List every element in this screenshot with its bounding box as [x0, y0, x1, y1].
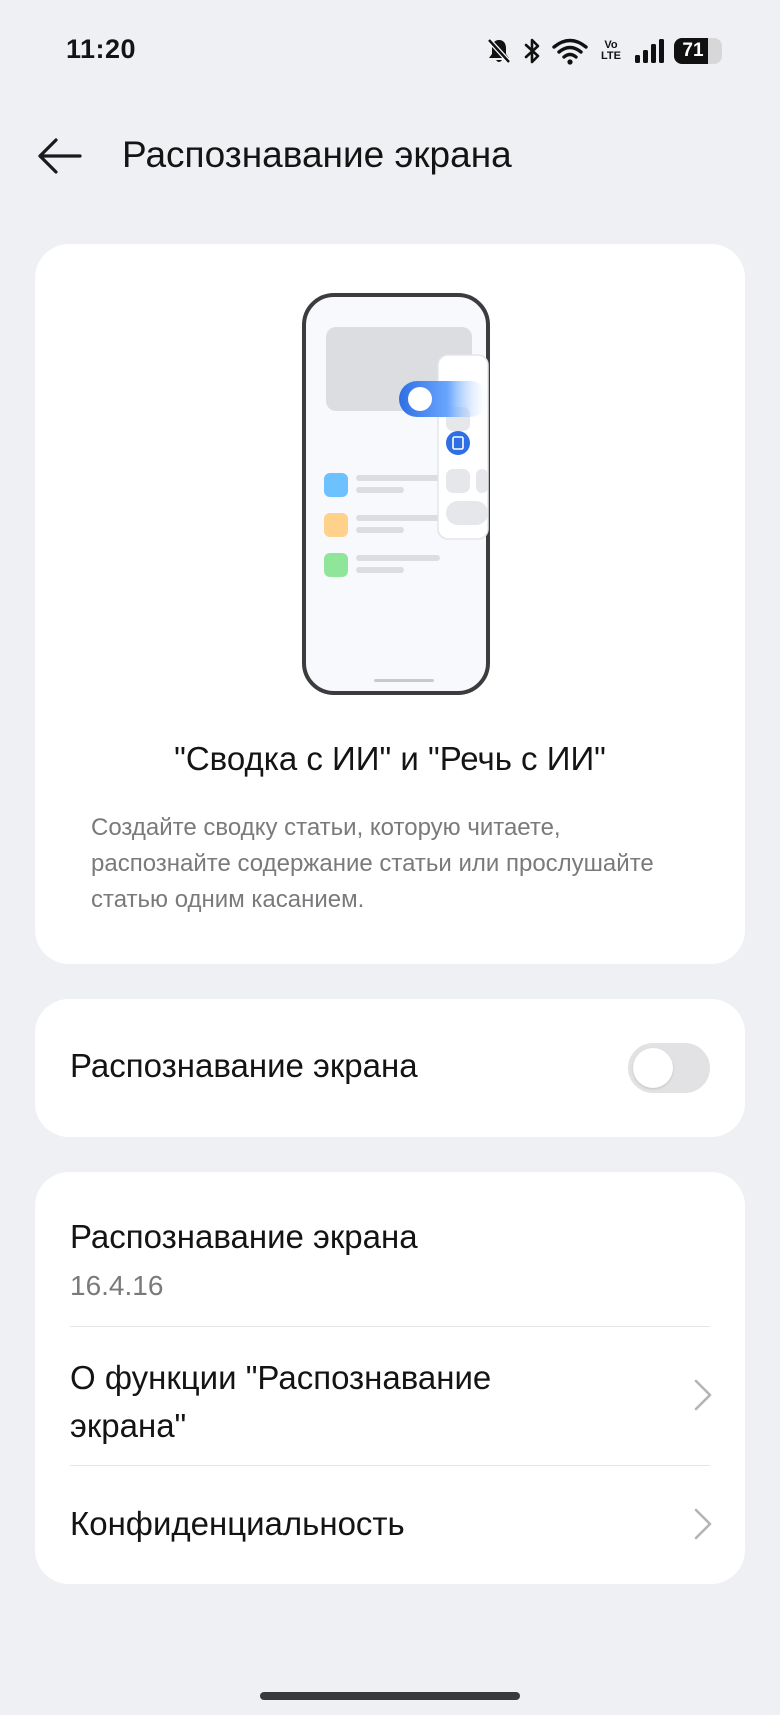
app-header: Распознавание экрана — [0, 112, 780, 200]
wifi-icon — [552, 37, 588, 65]
hero-description: Создайте сводку статьи, которую читаете,… — [91, 814, 654, 913]
bell-off-icon — [486, 37, 512, 65]
switch-knob — [633, 1048, 673, 1088]
about-feature-item[interactable]: О функции "Распознавание экрана" — [35, 1326, 745, 1465]
about-feature-label: О функции "Распознавание экрана" — [70, 1359, 492, 1444]
screen-recognition-toggle-row[interactable]: Распознавание экрана — [35, 999, 745, 1137]
volte-bottom: LTE — [601, 50, 621, 62]
status-time: 11:20 — [66, 34, 137, 64]
bluetooth-icon — [522, 37, 542, 65]
arrow-left-icon — [38, 138, 82, 174]
status-icons: Vo LTE 71 — [486, 34, 722, 68]
feature-intro-card: "Сводка с ИИ" и "Речь с ИИ" Создайте сво… — [35, 244, 745, 964]
chevron-right-icon — [694, 1508, 712, 1540]
screen-recognition-switch[interactable] — [628, 1043, 710, 1093]
privacy-item[interactable]: Конфиденциальность — [35, 1465, 745, 1584]
version-value: 16.4.16 — [70, 1270, 164, 1301]
toggle-label: Распознавание экрана — [70, 1047, 418, 1084]
status-bar: 11:20 Vo LTE 71 — [0, 0, 780, 104]
volte-icon: Vo LTE — [598, 40, 624, 62]
info-card: Распознавание экрана 16.4.16 О функции "… — [35, 1172, 745, 1584]
privacy-label: Конфиденциальность — [70, 1505, 405, 1542]
version-row: Распознавание экрана 16.4.16 — [35, 1172, 745, 1326]
chevron-right-icon — [694, 1379, 712, 1411]
battery-icon: 71 — [674, 38, 722, 64]
phone-illustration — [302, 293, 490, 695]
toggle-card: Распознавание экрана — [35, 999, 745, 1137]
battery-level: 71 — [682, 40, 704, 61]
page-title: Распознавание экрана — [122, 134, 512, 175]
version-label: Распознавание экрана — [70, 1218, 418, 1255]
hero-title: "Сводка с ИИ" и "Речь с ИИ" — [174, 740, 606, 777]
back-button[interactable] — [30, 126, 90, 186]
signal-icon — [634, 38, 664, 64]
home-indicator[interactable] — [260, 1692, 520, 1700]
